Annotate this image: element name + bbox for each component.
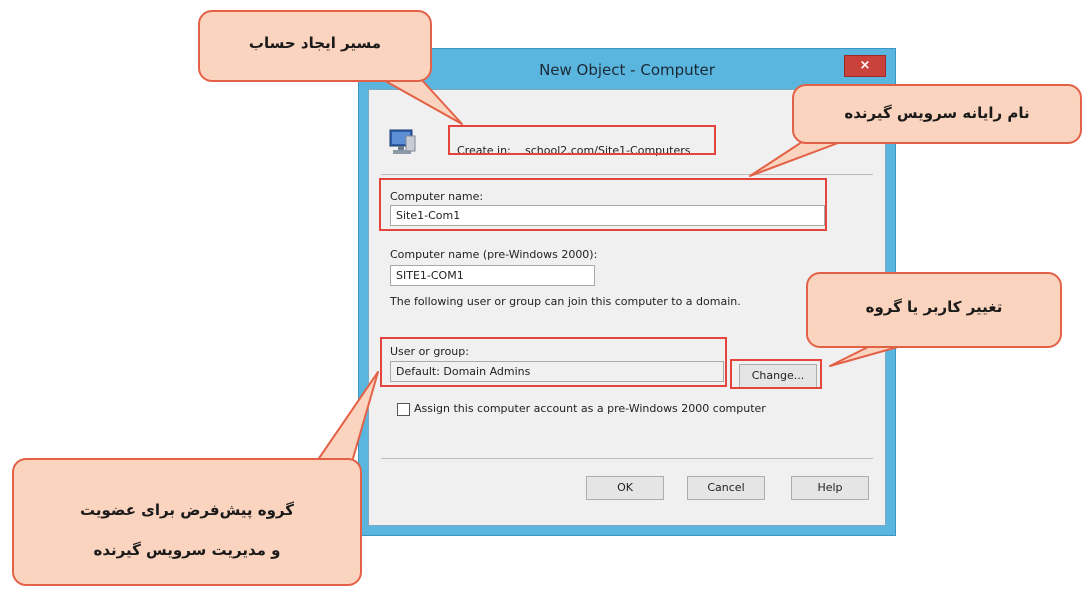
connector-create-path — [379, 77, 463, 125]
callout-create-path-text: مسیر ایجاد حساب — [248, 34, 382, 52]
callout-default-group-line2: و مدیریت سرویس گیرنده — [93, 541, 281, 559]
callout-create-path: مسیر ایجاد حساب — [198, 10, 432, 82]
callout-default-group-line1: گروه پیش‌فرض برای عضویت — [80, 501, 294, 519]
callout-default-group: گروه پیش‌فرض برای عضویت و مدیریت سرویس گ… — [12, 458, 362, 586]
callout-change-user-text: تغییر کاربر یا گروه — [865, 298, 1003, 316]
connector-client-name — [749, 139, 847, 177]
callout-client-name-text: نام رایانه سرویس گیرنده — [844, 104, 1030, 122]
connector-change-user — [829, 344, 906, 367]
callout-change-user: تغییر کاربر یا گروه — [806, 272, 1062, 348]
callout-client-name: نام رایانه سرویس گیرنده — [792, 84, 1082, 144]
